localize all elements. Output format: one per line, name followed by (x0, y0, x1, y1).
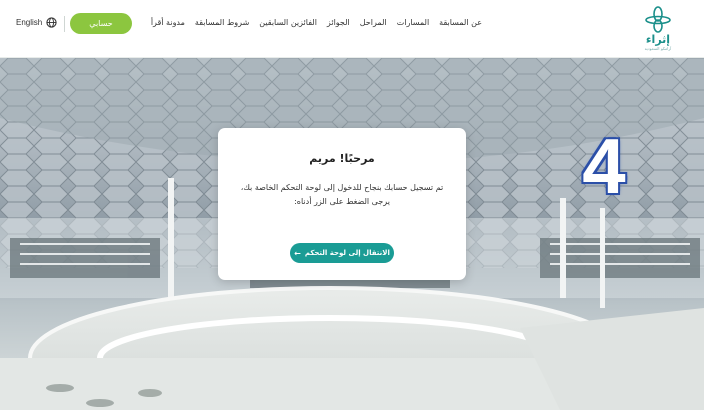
dialog-message-line1: تم تسجيل حسابك بنجاح للدخول إلى لوحة الت… (240, 183, 444, 192)
logo-text: إثراء (645, 33, 671, 46)
arrow-left-icon: ← (294, 248, 301, 258)
logo-mark-icon (645, 6, 671, 33)
main-nav: عن المسابقة المسارات المراحل الجوائز الف… (151, 18, 482, 27)
dialog-message-line2: يرجى الضغط على الزر أدناه: (294, 197, 390, 206)
nav-about[interactable]: عن المسابقة (439, 18, 482, 27)
my-account-button[interactable]: حسابي (70, 13, 132, 34)
nav-stages[interactable]: المراحل (360, 18, 387, 27)
top-navbar: English حسابي عن المسابقة المسارات المرا… (0, 0, 704, 58)
nav-tracks[interactable]: المسارات (397, 18, 429, 27)
nav-past-winners[interactable]: الفائزين السابقين (259, 18, 317, 27)
step-number-overlay: 4 (582, 122, 626, 210)
nav-blog[interactable]: مدونة أقرأ (151, 18, 185, 27)
dashboard-button-label: الانتقال إلى لوحة التحكم (304, 249, 390, 257)
go-to-dashboard-button[interactable]: الانتقال إلى لوحة التحكم ← (290, 243, 394, 263)
language-label[interactable]: English (16, 18, 42, 27)
logo-subtext: أرامكو السعودية (644, 46, 672, 51)
globe-icon (46, 17, 57, 28)
language-switcher[interactable]: English (16, 17, 57, 28)
dialog-title: مرحبًا! مريم (309, 152, 375, 165)
welcome-dialog: مرحبًا! مريم تم تسجيل حسابك بنجاح للدخول… (218, 128, 466, 280)
nav-rules[interactable]: شروط المسابقة (195, 18, 249, 27)
nav-divider (64, 16, 65, 32)
nav-prizes[interactable]: الجوائز (327, 18, 350, 27)
ithra-logo[interactable]: إثراء أرامكو السعودية (636, 6, 680, 52)
